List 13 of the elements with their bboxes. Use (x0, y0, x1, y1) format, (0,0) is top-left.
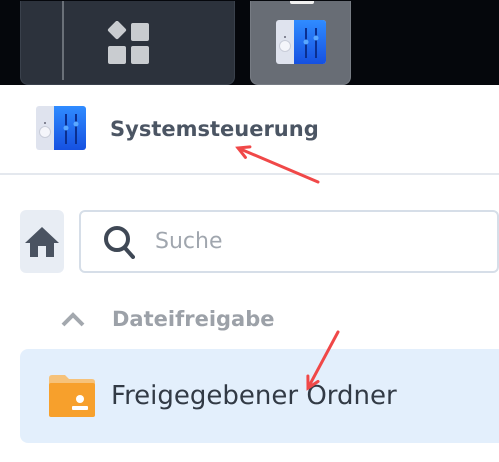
taskbar-app-button[interactable] (250, 1, 351, 85)
home-icon (24, 226, 60, 258)
search-icon (103, 225, 135, 259)
main-menu-button[interactable] (20, 1, 235, 85)
window-title: Systemsteuerung (110, 117, 319, 141)
control-panel-icon (276, 20, 326, 66)
home-button[interactable] (20, 210, 64, 273)
search-field[interactable]: Suche (79, 210, 499, 273)
sidebar-item[interactable]: Freigegebener Ordner (20, 349, 499, 443)
grid-icon (106, 20, 150, 64)
shared-folder-icon (49, 375, 95, 417)
app-icon (36, 106, 86, 152)
section-header: Dateifreigabe (112, 306, 274, 330)
